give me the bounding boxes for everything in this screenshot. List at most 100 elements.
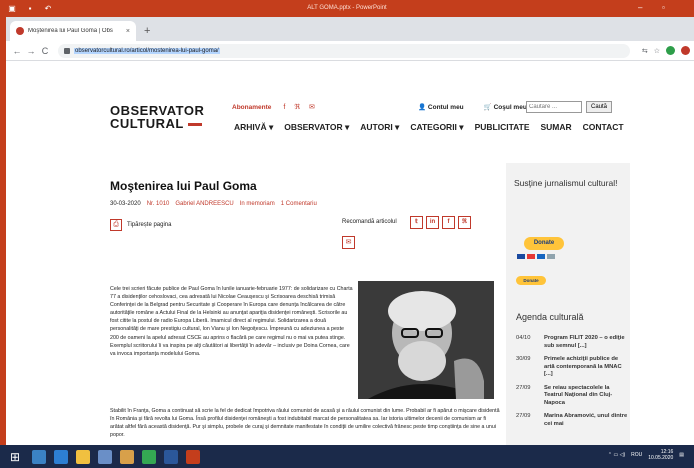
main-nav: ARHIVĂ ▾ OBSERVATOR ▾ AUTORI ▾ CATEGORII… (234, 122, 635, 133)
card-icon (537, 254, 545, 259)
taskview-icon[interactable] (32, 449, 46, 464)
back-icon[interactable]: ← (10, 46, 24, 56)
agenda-item[interactable]: 30/09 Primele achiziţii publice de artă … (516, 356, 628, 379)
card-icon (547, 254, 555, 259)
browser-tab[interactable]: Moştenirea lui Paul Goma | Obs × (10, 21, 136, 41)
file-explorer-icon[interactable] (76, 449, 90, 464)
notifications-icon[interactable]: ▤ (679, 452, 684, 458)
forward-icon[interactable]: → (24, 46, 38, 56)
browser-window: Moştenirea lui Paul Goma | Obs × + ← → C… (6, 17, 694, 445)
logo-line2: CULTURAL (110, 116, 184, 131)
agenda-item[interactable]: 27/09 Marina Abramović, unul dintre cei … (516, 413, 628, 428)
extension-icon[interactable] (666, 46, 675, 55)
agenda-title: Agenda culturală (516, 312, 584, 322)
support-heading: Susţine jurnalismul cultural! (514, 178, 618, 188)
system-tray: ⌃ ▭ ◁) ROU 12:16 10.05.2020 ▤ (608, 449, 684, 461)
agenda-text: Program FILIT 2020 – o ediţie sub semnul… (544, 335, 625, 349)
agenda-date: 30/09 (516, 356, 531, 362)
nav-observator[interactable]: OBSERVATOR ▾ (284, 122, 349, 133)
author-portrait (358, 281, 494, 399)
windows-start-icon[interactable]: ⊞ (6, 448, 24, 466)
article-paragraph-1: Cele trei scrieri făcute publice de Paul… (110, 286, 353, 357)
linkedin-share-icon[interactable]: in (426, 216, 439, 229)
network-icon[interactable]: ⌃ ▭ ◁) (608, 452, 625, 458)
nav-contact[interactable]: CONTACT (583, 122, 624, 133)
new-tab-icon[interactable]: + (144, 25, 150, 37)
nav-sumar[interactable]: SUMAR (541, 122, 572, 133)
close-tab-icon[interactable]: × (126, 28, 130, 35)
print-link[interactable]: ⎙ Tipărește pagina (110, 219, 171, 231)
article-meta: 30-03-2020 Nr. 1010 Gabriel ANDREESCU In… (110, 201, 317, 207)
printer-icon: ⎙ (110, 219, 122, 231)
taskbar: ⊞ ⌃ ▭ ◁) ROU 12:16 10.05.2020 ▤ (0, 445, 694, 468)
profile-icon[interactable] (681, 46, 690, 55)
clock[interactable]: 12:16 10.05.2020 (648, 449, 673, 461)
maximize-icon[interactable]: ▫ (662, 3, 665, 12)
nav-autori[interactable]: AUTORI ▾ (360, 122, 399, 133)
article-category[interactable]: In memoriam (240, 201, 275, 207)
powerpoint-icon[interactable] (186, 449, 200, 464)
reload-icon[interactable]: C (38, 46, 52, 56)
lock-icon (64, 47, 70, 54)
card-icon (517, 254, 525, 259)
language-indicator[interactable]: ROU (631, 452, 642, 458)
mail-icon[interactable]: ✉ (309, 103, 315, 111)
translate-icon[interactable]: ⇆ (642, 47, 648, 55)
facebook-icon[interactable]: f (283, 104, 285, 111)
browser-toolbar: ← → C observatorcultural.ro/articol/most… (6, 41, 694, 61)
powerpoint-title-bar: ▣ ▪ ↶ ALT GOMA.pptx - PowerPoint – ▫ (0, 0, 694, 17)
agenda-date: 04/10 (516, 335, 531, 341)
url-text: observatorcultural.ro/articol/mostenirea… (74, 47, 220, 54)
search-input[interactable] (526, 101, 582, 113)
agenda-item[interactable]: 27/09 Se reiau spectacolele la Teatrul N… (516, 385, 628, 408)
cart-label: Coşul meu (493, 104, 527, 111)
star-icon[interactable]: ☆ (654, 47, 660, 55)
agenda-item[interactable]: 04/10 Program FILIT 2020 – o ediţie sub … (516, 335, 628, 350)
article-date: 30-03-2020 (110, 201, 141, 207)
article-issue[interactable]: Nr. 1010 (147, 201, 170, 207)
search-button[interactable]: Caută (586, 101, 613, 113)
abonamente-link[interactable]: Abonamente (232, 104, 271, 111)
logo-bar (187, 123, 202, 127)
article-paragraph-2: Stabilit în Franţa, Goma a continuat să … (110, 408, 500, 439)
nav-categorii[interactable]: CATEGORII ▾ (410, 122, 463, 133)
recommend-label: Recomandă articolul (342, 219, 397, 225)
account-label: Contul meu (427, 104, 464, 111)
clock-date: 10.05.2020 (648, 455, 674, 461)
top-meta: Abonamente f ℜ ✉ (232, 103, 324, 112)
agenda-text: Primele achiziţii publice de artă contem… (544, 356, 622, 377)
print-label: Tipărește pagina (127, 222, 172, 228)
donate-small-button[interactable]: Donate (516, 276, 546, 285)
facebook-share-icon[interactable]: f (442, 216, 455, 229)
powerpoint-title: ALT GOMA.pptx - PowerPoint (307, 5, 387, 11)
nav-arhiva[interactable]: ARHIVĂ ▾ (234, 122, 273, 133)
share-buttons: 𝕥 in f ℜ (410, 216, 474, 229)
search-form: Caută (526, 101, 613, 113)
donate-button[interactable]: Donate (524, 237, 564, 250)
site-logo[interactable]: OBSERVATOR CULTURAL (110, 104, 204, 130)
store-icon[interactable] (98, 449, 112, 464)
payment-cards (517, 254, 557, 259)
rss-icon[interactable]: ℜ (294, 103, 300, 111)
app-icon[interactable] (120, 449, 134, 464)
word-icon[interactable] (164, 449, 178, 464)
email-share-icon[interactable]: ✉ (342, 236, 355, 249)
tab-title: Moştenirea lui Paul Goma | Obs (28, 28, 113, 34)
agenda-list: 04/10 Program FILIT 2020 – o ediţie sub … (516, 335, 628, 434)
chrome-icon[interactable] (142, 449, 156, 464)
twitter-share-icon[interactable]: 𝕥 (410, 216, 423, 229)
web-page: OBSERVATOR CULTURAL Abonamente f ℜ ✉ 👤 C… (6, 61, 694, 445)
rss-share-icon[interactable]: ℜ (458, 216, 471, 229)
edge-icon[interactable] (54, 449, 68, 464)
agenda-date: 27/09 (516, 413, 531, 419)
agenda-text: Se reiau spectacolele la Teatrul Naţiona… (544, 384, 613, 406)
nav-publicitate[interactable]: PUBLICITATE (475, 122, 530, 133)
article-author[interactable]: Gabriel ANDREESCU (175, 201, 233, 207)
article-comments[interactable]: 1 Comentariu (281, 201, 317, 207)
article-title: Moştenirea lui Paul Goma (110, 179, 257, 193)
account-link[interactable]: 👤 Contul meu (418, 103, 474, 111)
card-icon (527, 254, 535, 259)
minimize-icon[interactable]: – (638, 3, 642, 12)
address-bar[interactable]: observatorcultural.ro/articol/mostenirea… (58, 43, 630, 58)
agenda-text: Marina Abramović, unul dintre cei mai (544, 413, 628, 427)
